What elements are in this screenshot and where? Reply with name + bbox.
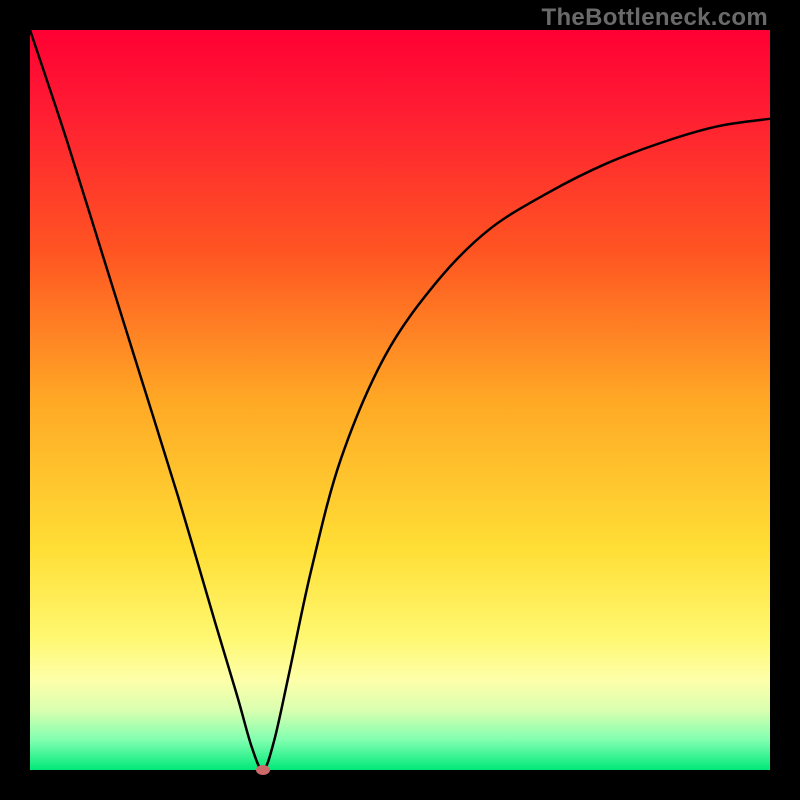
chart-frame: TheBottleneck.com — [0, 0, 800, 800]
bottleneck-curve — [30, 30, 770, 770]
watermark-text: TheBottleneck.com — [542, 4, 768, 32]
minimum-marker — [256, 765, 270, 775]
plot-area — [30, 30, 770, 770]
